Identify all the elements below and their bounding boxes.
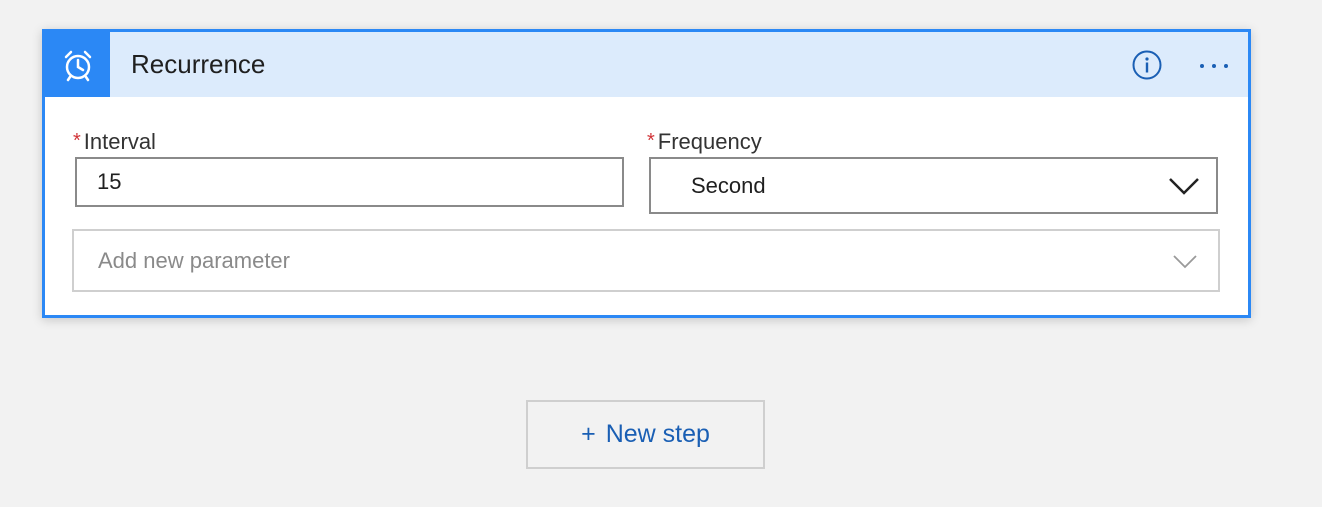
frequency-label-text: Frequency	[657, 129, 762, 154]
more-options-icon	[1200, 64, 1228, 68]
add-new-parameter-placeholder: Add new parameter	[98, 248, 290, 273]
chevron-down-icon	[1169, 178, 1199, 195]
card-title: Recurrence	[131, 49, 266, 79]
frequency-required-mark: *	[647, 130, 655, 152]
new-step-label: New step	[605, 420, 710, 448]
interval-input[interactable]: 15	[75, 157, 624, 207]
designer-canvas: Recurrence * Interval 15 * Frequency Sec…	[0, 0, 1322, 507]
info-button[interactable]	[1132, 50, 1162, 80]
interval-required-mark: *	[73, 130, 81, 152]
chevron-down-icon	[1173, 255, 1197, 269]
new-step-button[interactable]: + New step	[526, 400, 765, 469]
frequency-selected-value: Second	[691, 173, 766, 198]
frequency-select[interactable]: Second	[649, 157, 1218, 214]
info-icon	[1132, 50, 1162, 80]
recurrence-card: Recurrence * Interval 15 * Frequency Sec…	[42, 29, 1251, 318]
interval-label: * Interval	[73, 129, 156, 155]
interval-label-text: Interval	[83, 129, 156, 154]
more-options-button[interactable]	[1195, 50, 1233, 80]
add-new-parameter-dropdown[interactable]: Add new parameter	[72, 229, 1220, 292]
frequency-label: * Frequency	[647, 129, 762, 155]
card-header[interactable]: Recurrence	[45, 32, 1248, 97]
plus-icon: +	[581, 420, 596, 448]
trigger-icon-box	[45, 32, 110, 97]
alarm-clock-icon	[64, 50, 91, 81]
